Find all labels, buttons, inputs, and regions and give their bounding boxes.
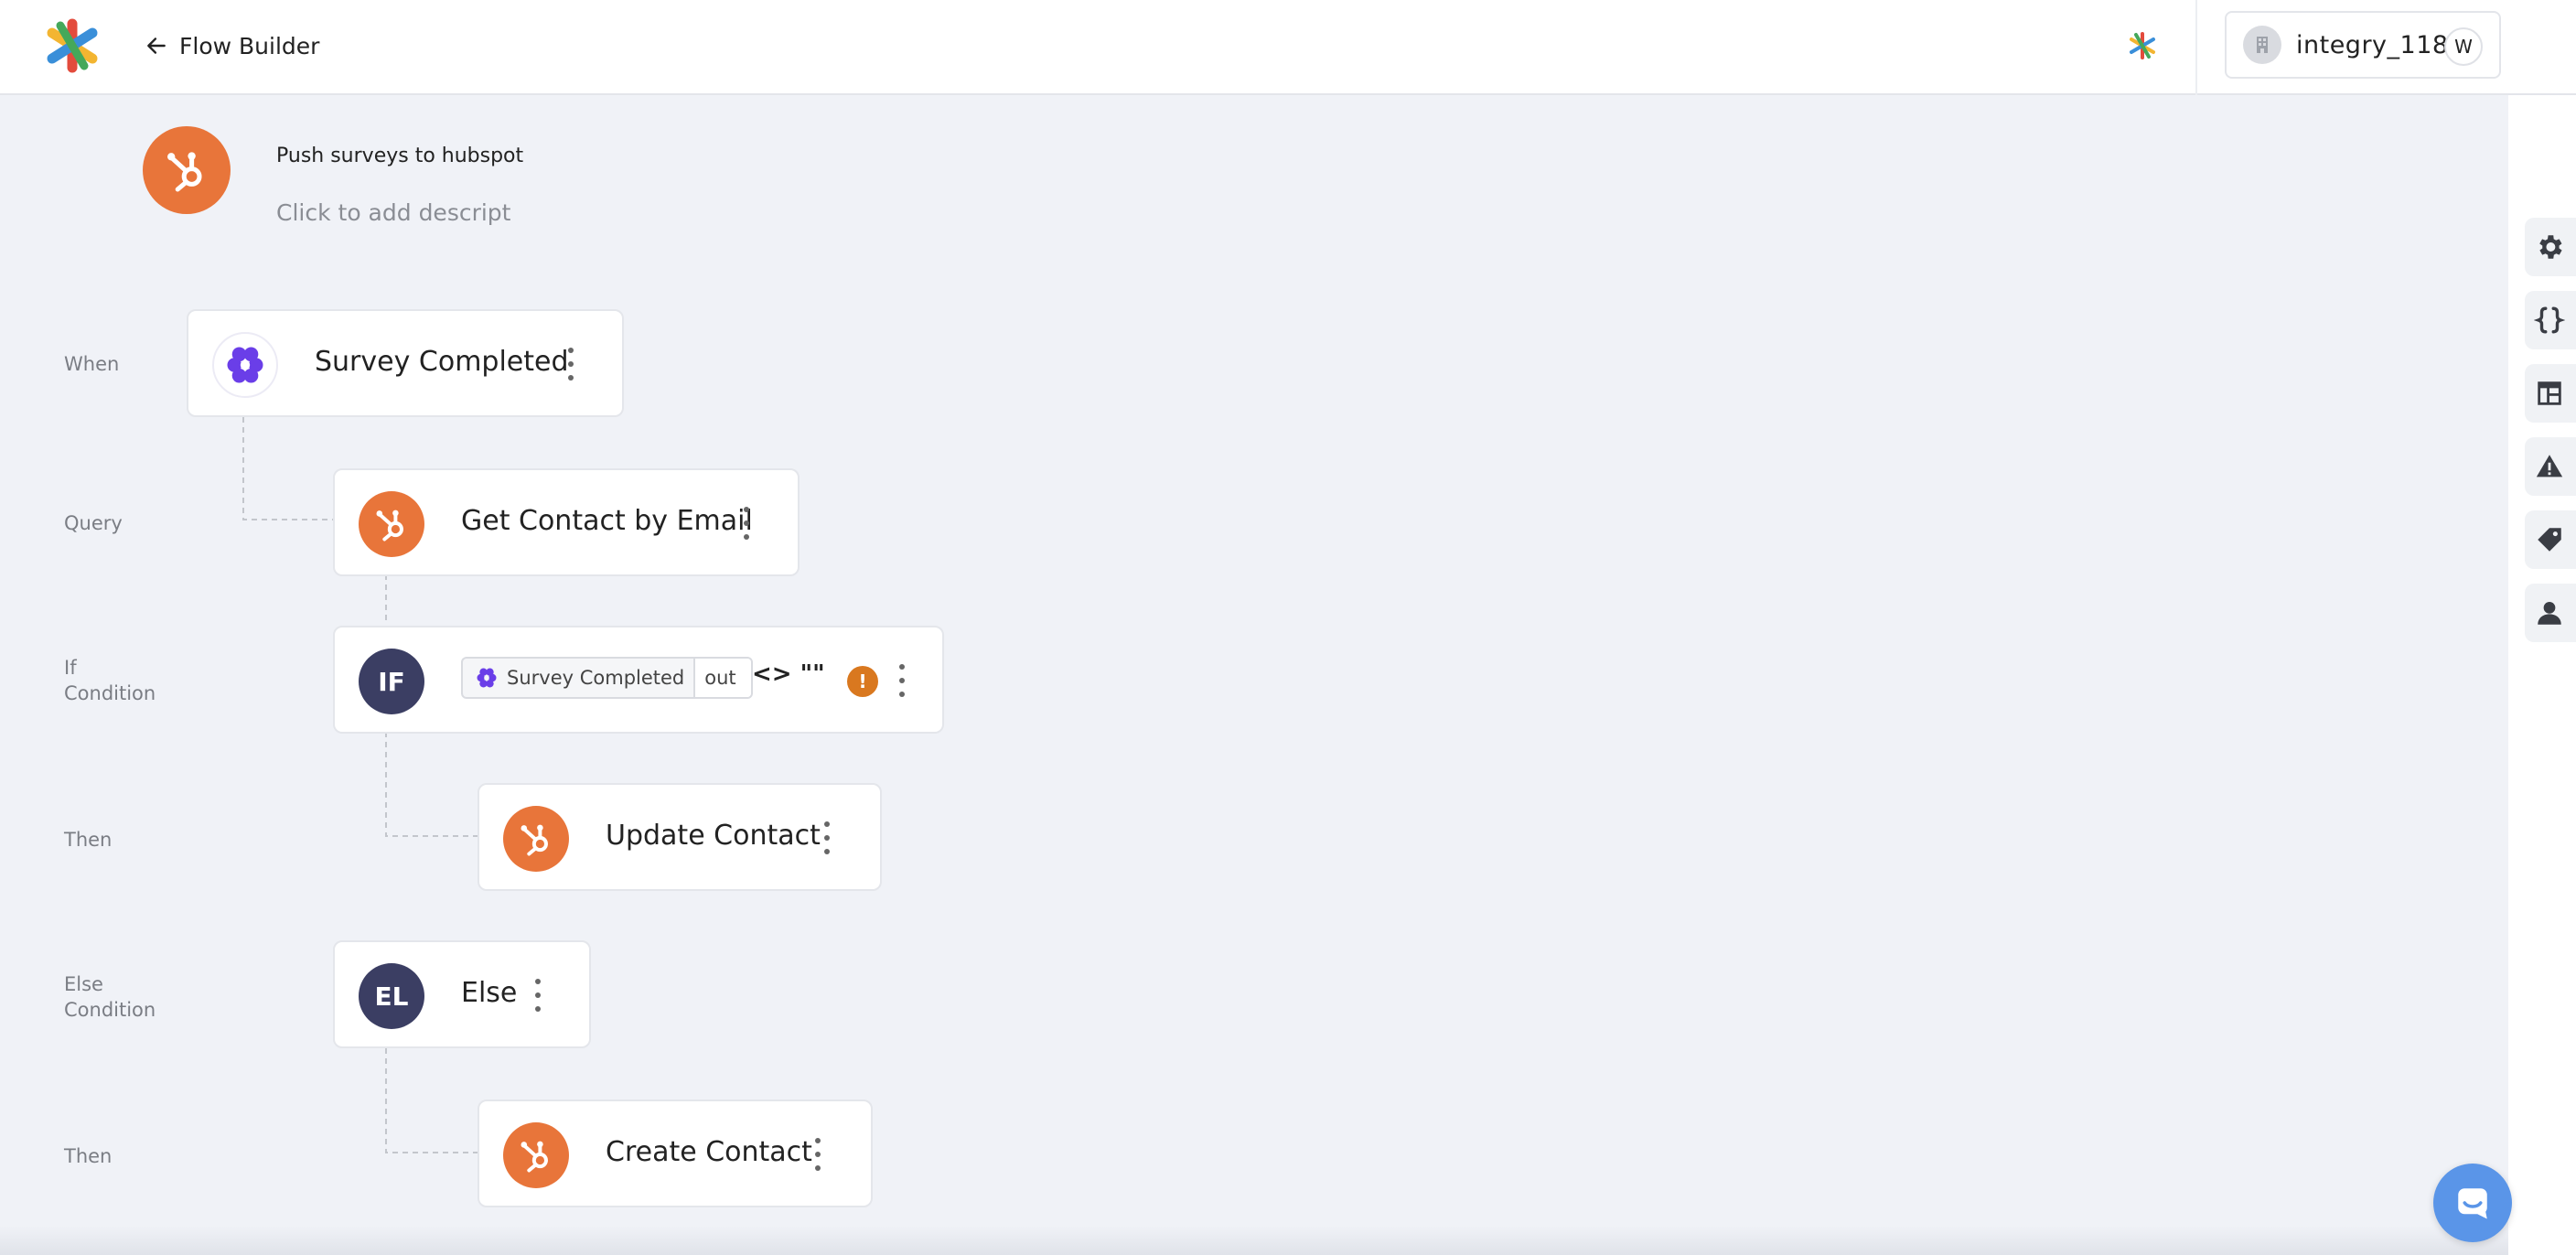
step-title: Create Contact <box>606 1136 812 1168</box>
rail-variables-button[interactable] <box>2525 291 2576 349</box>
hubspot-icon <box>503 806 569 872</box>
step-menu-kebab-icon[interactable] <box>818 821 836 854</box>
arrow-left-icon <box>147 38 166 54</box>
rail-tags-button[interactable] <box>2525 510 2576 569</box>
tag-icon <box>2538 528 2561 552</box>
rail-layout-button[interactable] <box>2525 364 2576 423</box>
warning-icon <box>2536 455 2563 477</box>
step-label-line: Else <box>64 973 103 995</box>
step-card-if-condition[interactable]: IF Survey Completed out <> "" ! <box>333 626 944 734</box>
condition-field-label: out <box>693 659 751 697</box>
account-switcher[interactable]: integry_118 W <box>2225 11 2501 79</box>
back-to-flow-builder[interactable]: Flow Builder <box>145 27 319 64</box>
step-title: Survey Completed <box>315 346 569 378</box>
step-label-then: Then <box>64 829 113 851</box>
chat-support-button[interactable] <box>2433 1164 2512 1242</box>
step-title: Else <box>461 977 518 1009</box>
top-header: Flow Builder integry_118 W <box>0 0 2576 95</box>
step-label-then: Then <box>64 1145 113 1167</box>
survey-app-icon <box>212 332 278 398</box>
step-menu-kebab-icon[interactable] <box>809 1138 827 1171</box>
canvas-bottom-shade <box>0 1226 2508 1255</box>
if-condition-badge: IF <box>359 649 424 714</box>
step-card-create-contact[interactable]: Create Contact <box>478 1099 873 1207</box>
step-menu-kebab-icon[interactable] <box>529 979 547 1012</box>
building-icon <box>2243 26 2281 64</box>
warning-icon[interactable]: ! <box>847 666 878 697</box>
else-condition-badge: EL <box>359 963 424 1029</box>
table-layout-icon <box>2538 381 2561 405</box>
step-card-else-condition[interactable]: EL Else <box>333 940 591 1048</box>
account-name: integry_118 <box>2296 30 2449 59</box>
step-label-if-condition: If Condition <box>64 655 156 706</box>
header-divider <box>2195 0 2197 95</box>
step-card-get-contact-by-email[interactable]: Get Contact by Email <box>333 468 800 576</box>
survey-app-icon <box>477 668 497 688</box>
rail-settings-button[interactable] <box>2525 218 2576 276</box>
chat-icon <box>2458 1188 2487 1219</box>
braces-icon <box>2534 306 2565 334</box>
gear-icon <box>2539 235 2562 259</box>
flow-title[interactable]: Push surveys to hubspot <box>276 145 523 167</box>
rail-errors-button[interactable] <box>2525 437 2576 496</box>
condition-field-chip[interactable]: Survey Completed out <box>461 657 753 699</box>
step-menu-kebab-icon[interactable] <box>893 664 911 697</box>
step-menu-kebab-icon[interactable] <box>737 507 756 540</box>
back-label: Flow Builder <box>179 32 320 59</box>
step-title: Get Contact by Email <box>461 505 753 537</box>
step-label-line: If <box>64 657 77 679</box>
flow-description[interactable]: Click to add descript <box>276 199 510 226</box>
step-menu-kebab-icon[interactable] <box>562 348 580 381</box>
step-title: Update Contact <box>606 820 821 852</box>
hubspot-icon[interactable] <box>143 126 231 214</box>
condition-operator: <> "" <box>752 660 825 688</box>
condition-source-label: Survey Completed <box>507 667 685 689</box>
step-label-when: When <box>64 353 120 375</box>
integry-logo[interactable] <box>40 16 104 75</box>
user-icon <box>2538 601 2561 625</box>
step-label-line: Condition <box>64 682 156 704</box>
hubspot-icon <box>503 1122 569 1188</box>
step-card-survey-completed[interactable]: Survey Completed <box>187 309 624 417</box>
step-label-query: Query <box>64 512 123 534</box>
user-avatar[interactable]: W <box>2444 27 2483 66</box>
step-label-else-condition: Else Condition <box>64 971 156 1023</box>
step-card-update-contact[interactable]: Update Contact <box>478 783 882 891</box>
integry-star-icon[interactable] <box>2128 31 2157 60</box>
rail-users-button[interactable] <box>2525 584 2576 642</box>
step-label-line: Condition <box>64 999 156 1021</box>
hubspot-icon <box>359 491 424 557</box>
